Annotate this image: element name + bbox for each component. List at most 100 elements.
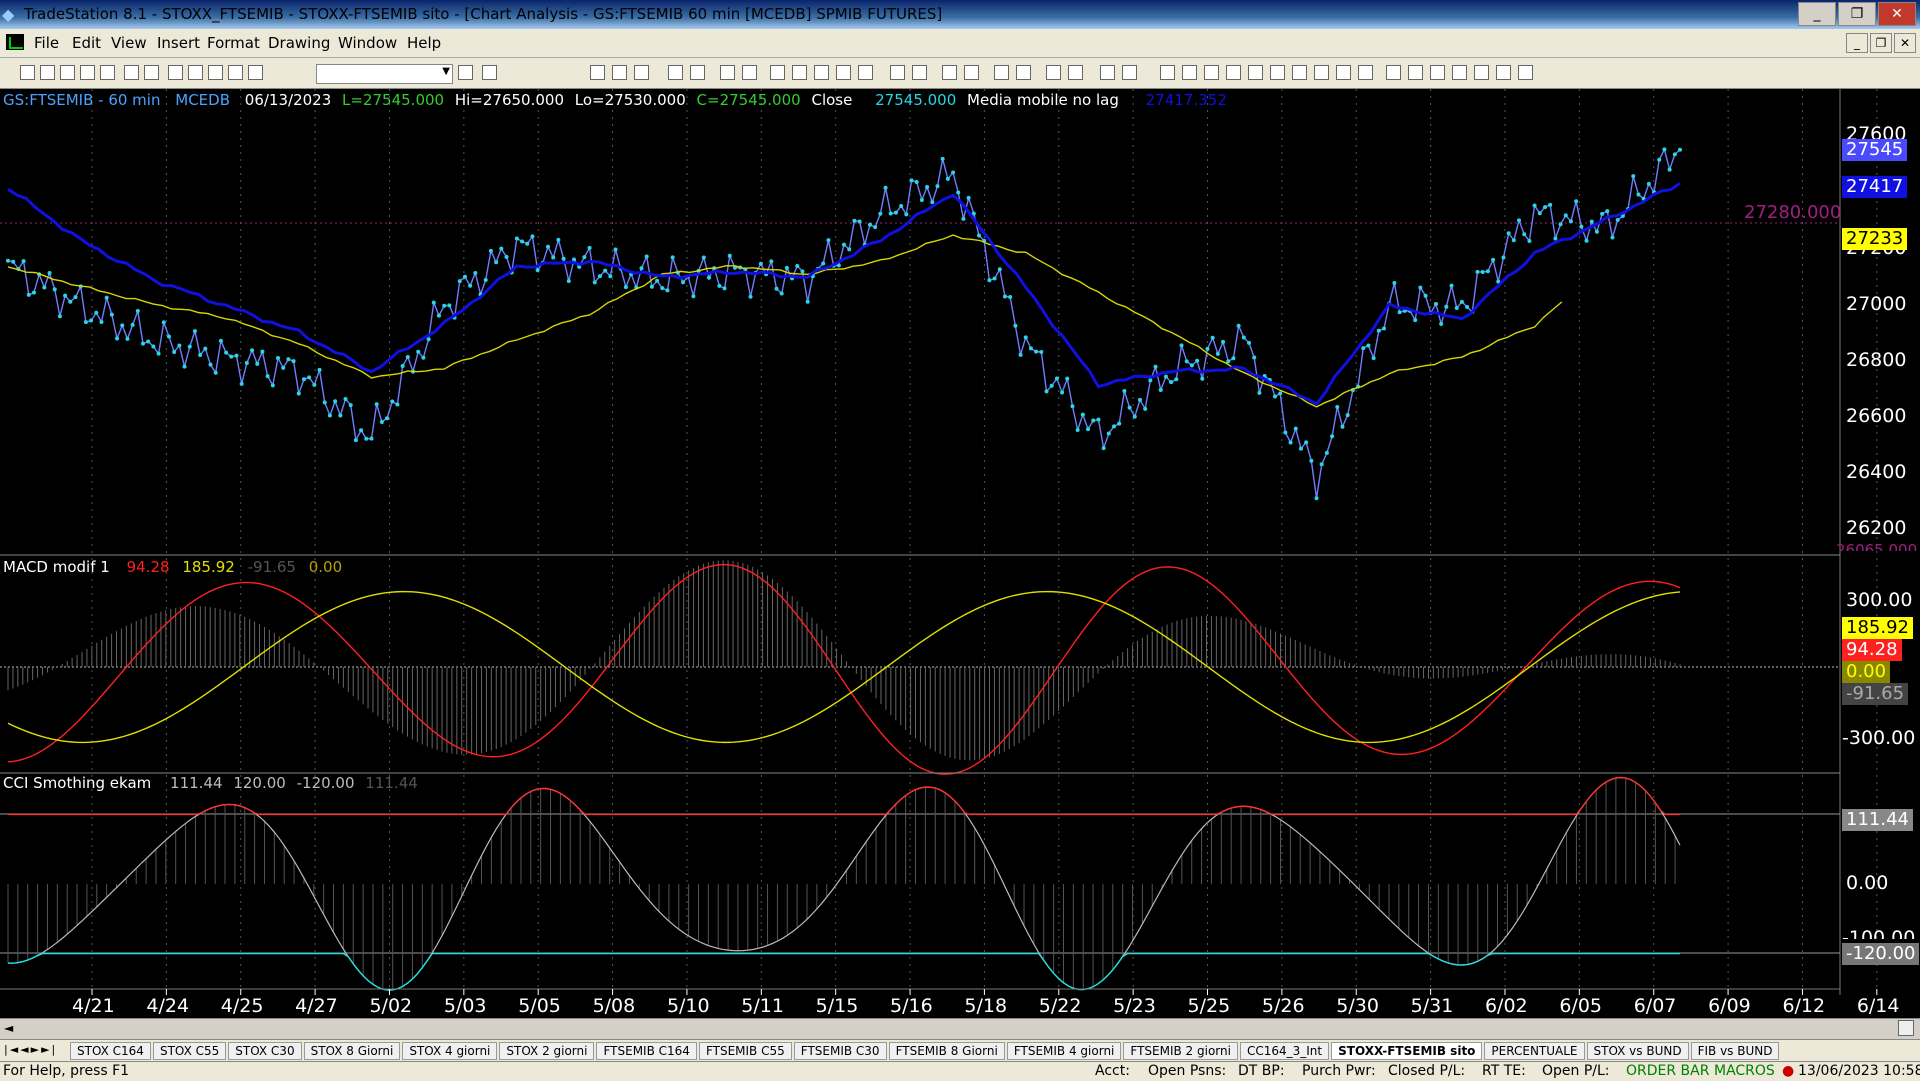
tab-item[interactable]: CC164_3_Int — [1239, 1042, 1330, 1060]
arrow-right-icon[interactable] — [458, 65, 473, 80]
compress-icon[interactable] — [912, 65, 927, 80]
minimize-button[interactable]: _ — [1798, 2, 1836, 26]
window-icon[interactable] — [168, 65, 183, 80]
channel-icon[interactable] — [1292, 65, 1307, 80]
tab-item[interactable]: FTSEMIB C164 — [596, 1042, 697, 1060]
grid-icon[interactable] — [590, 65, 605, 80]
arrange-icon[interactable] — [1122, 65, 1137, 80]
menu-insert[interactable]: Insert — [157, 34, 200, 52]
list-icon[interactable] — [634, 65, 649, 80]
chart-icon[interactable] — [668, 65, 683, 80]
hammer-icon[interactable] — [1046, 65, 1061, 80]
eraser-icon[interactable] — [1068, 65, 1083, 80]
mdi-close-button[interactable]: ✕ — [1894, 33, 1916, 53]
text-icon[interactable] — [1518, 65, 1533, 80]
scroll-thumb[interactable] — [1898, 1020, 1914, 1036]
fibonacci-icon[interactable] — [1226, 65, 1241, 80]
zoom-out-icon[interactable] — [964, 65, 979, 80]
scale-icon[interactable] — [1100, 65, 1115, 80]
chart-window-icon[interactable] — [6, 34, 24, 50]
horizontal-line-icon[interactable] — [1182, 65, 1197, 80]
maximize-button[interactable]: ❐ — [1838, 2, 1876, 26]
signal-icon[interactable] — [742, 65, 757, 80]
trendline-icon[interactable] — [1160, 65, 1175, 80]
menu-view[interactable]: View — [111, 34, 147, 52]
mdi-minimize-button[interactable]: _ — [1846, 33, 1868, 53]
gann-icon[interactable] — [1270, 65, 1285, 80]
open-icon[interactable] — [40, 65, 55, 80]
tools-icon[interactable] — [228, 65, 243, 80]
price-dot — [130, 322, 135, 327]
tab-item[interactable]: PERCENTUALE — [1484, 1042, 1585, 1060]
price-dot — [691, 294, 696, 299]
new-icon[interactable] — [20, 65, 35, 80]
price-dot — [504, 254, 509, 259]
expand-icon[interactable] — [890, 65, 905, 80]
menu-file[interactable]: File — [34, 34, 59, 52]
tab-item[interactable]: STOXX-FTSEMIB sito — [1331, 1042, 1483, 1060]
arc-icon[interactable] — [1336, 65, 1351, 80]
signal-tag: 185.92 — [1842, 617, 1913, 639]
pointer-icon[interactable] — [1016, 65, 1031, 80]
bar-chart-icon[interactable] — [814, 65, 829, 80]
template-icon[interactable] — [100, 65, 115, 80]
arrow-down-icon[interactable] — [1430, 65, 1445, 80]
copy-icon[interactable] — [80, 65, 95, 80]
speed-line-icon[interactable] — [1314, 65, 1329, 80]
cursor-icon[interactable] — [994, 65, 1009, 80]
chart-area[interactable]: GS:FTSEMIB - 60 min MCEDB 06/13/2023 L=2… — [0, 89, 1920, 1017]
price-dot — [83, 320, 88, 325]
order-bar-button[interactable]: ORDER BAR — [1626, 1063, 1709, 1079]
price-dot — [883, 185, 888, 190]
macros-button[interactable]: MACROS — [1714, 1063, 1775, 1079]
price-dot — [1366, 343, 1371, 348]
offset-icon[interactable] — [1386, 65, 1401, 80]
tab-item[interactable]: FTSEMIB 2 giorni — [1123, 1042, 1238, 1060]
bar-icon[interactable] — [858, 65, 873, 80]
tab-item[interactable]: FIB vs BUND — [1690, 1042, 1780, 1060]
mdi-restore-button[interactable]: ❐ — [1870, 33, 1892, 53]
zoom-in-icon[interactable] — [942, 65, 957, 80]
save-icon[interactable] — [124, 65, 139, 80]
tab-item[interactable]: STOX vs BUND — [1586, 1042, 1689, 1060]
tab-item[interactable]: STOX C30 — [228, 1042, 302, 1060]
horizontal-scrollbar[interactable]: ◄ — [0, 1018, 1920, 1039]
tab-nav-icon[interactable]: |◄◄►►| — [4, 1043, 57, 1056]
strategy-icon[interactable] — [248, 65, 263, 80]
close-button[interactable]: ✕ — [1878, 2, 1916, 26]
tab-item[interactable]: STOX 8 Giorni — [303, 1042, 401, 1060]
folder-icon[interactable] — [60, 65, 75, 80]
tab-item[interactable]: FTSEMIB 4 giorni — [1006, 1042, 1122, 1060]
tab-item[interactable]: STOX 4 giorni — [402, 1042, 498, 1060]
tab-item[interactable]: STOX C164 — [70, 1042, 151, 1060]
menu-format[interactable]: Format — [207, 34, 260, 52]
workspace-select[interactable] — [316, 64, 453, 84]
cycle-icon[interactable] — [1408, 65, 1423, 80]
menu-window[interactable]: Window — [338, 34, 397, 52]
tab-item[interactable]: FTSEMIB C30 — [793, 1042, 887, 1060]
menu-drawing[interactable]: Drawing — [268, 34, 330, 52]
radar-icon[interactable] — [792, 65, 807, 80]
cascade-icon[interactable] — [188, 65, 203, 80]
scanner-icon[interactable] — [690, 65, 705, 80]
tab-item[interactable]: STOX C55 — [152, 1042, 227, 1060]
rectangle-icon[interactable] — [1496, 65, 1511, 80]
indicator-icon[interactable] — [720, 65, 735, 80]
pencil-icon[interactable] — [1358, 65, 1373, 80]
candle-icon[interactable] — [836, 65, 851, 80]
arrow-up-icon[interactable] — [1452, 65, 1467, 80]
scroll-left-icon[interactable]: ◄ — [4, 1021, 13, 1035]
find-icon[interactable] — [482, 65, 497, 80]
andrews-icon[interactable] — [1248, 65, 1263, 80]
alarm-icon[interactable] — [770, 65, 785, 80]
print-icon[interactable] — [144, 65, 159, 80]
ellipse-icon[interactable] — [1474, 65, 1489, 80]
table-icon[interactable] — [612, 65, 627, 80]
vertical-line-icon[interactable] — [1204, 65, 1219, 80]
tab-item[interactable]: STOX 2 giorni — [499, 1042, 595, 1060]
menu-help[interactable]: Help — [407, 34, 441, 52]
tab-item[interactable]: FTSEMIB 8 Giorni — [888, 1042, 1005, 1060]
tab-item[interactable]: FTSEMIB C55 — [698, 1042, 792, 1060]
menu-edit[interactable]: Edit — [72, 34, 101, 52]
lock-icon[interactable] — [208, 65, 223, 80]
